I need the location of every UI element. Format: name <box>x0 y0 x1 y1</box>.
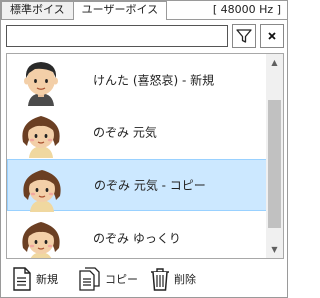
scroll-up-button[interactable]: ▲ <box>266 54 283 71</box>
voice-item[interactable]: のぞみ 元気 <box>7 106 267 158</box>
copy-button-label: コピー <box>105 273 138 286</box>
new-button-label: 新規 <box>36 273 58 286</box>
close-icon <box>268 32 276 40</box>
sample-rate-label: [ 48000 Hz ] <box>212 3 281 16</box>
copy-button[interactable]: コピー <box>78 265 138 293</box>
voice-item-label: のぞみ 元気 - コピー <box>94 178 206 193</box>
filter-button[interactable] <box>232 24 256 48</box>
voice-item-label: のぞみ ゆっくり <box>93 231 181 246</box>
girl-avatar-icon <box>22 116 60 158</box>
tab-bar: 標準ボイス ユーザーボイス <box>1 1 168 20</box>
girl-avatar-icon <box>22 222 60 258</box>
delete-button[interactable]: 削除 <box>149 265 196 293</box>
bottom-toolbar: 新規 コピー 削除 <box>1 261 289 297</box>
boy-avatar-icon <box>24 62 58 106</box>
voice-item-label: のぞみ 元気 <box>93 125 157 140</box>
search-input[interactable] <box>6 25 228 47</box>
trash-icon <box>151 268 169 291</box>
girl-avatar-icon <box>23 170 61 212</box>
voice-list[interactable]: けんた (喜怒哀) - 新規 のぞみ 元気 のぞみ 元気 - コピー のぞみ ゆ… <box>6 53 284 259</box>
tab-user-voice[interactable]: ユーザーボイス <box>72 1 168 20</box>
filter-icon <box>236 29 252 43</box>
delete-button-label: 削除 <box>174 273 196 286</box>
scroll-down-button[interactable]: ▼ <box>266 241 283 258</box>
tab-standard-voice[interactable]: 標準ボイス <box>1 1 74 19</box>
voice-item-label: けんた (喜怒哀) - 新規 <box>93 73 215 88</box>
clear-search-button[interactable] <box>260 24 284 48</box>
scrollbar-thumb[interactable] <box>268 100 281 228</box>
voice-panel: 標準ボイス ユーザーボイス [ 48000 Hz ] けんた (喜怒哀) - 新… <box>0 0 288 298</box>
list-scrollbar[interactable]: ▲ ▼ <box>266 54 283 258</box>
voice-item-selected[interactable]: のぞみ 元気 - コピー <box>7 159 267 212</box>
new-document-icon <box>13 267 31 291</box>
voice-item[interactable]: のぞみ ゆっくり <box>7 212 267 258</box>
copy-document-icon <box>79 267 100 291</box>
voice-item[interactable]: けんた (喜怒哀) - 新規 <box>7 54 267 106</box>
new-button[interactable]: 新規 <box>11 265 58 293</box>
